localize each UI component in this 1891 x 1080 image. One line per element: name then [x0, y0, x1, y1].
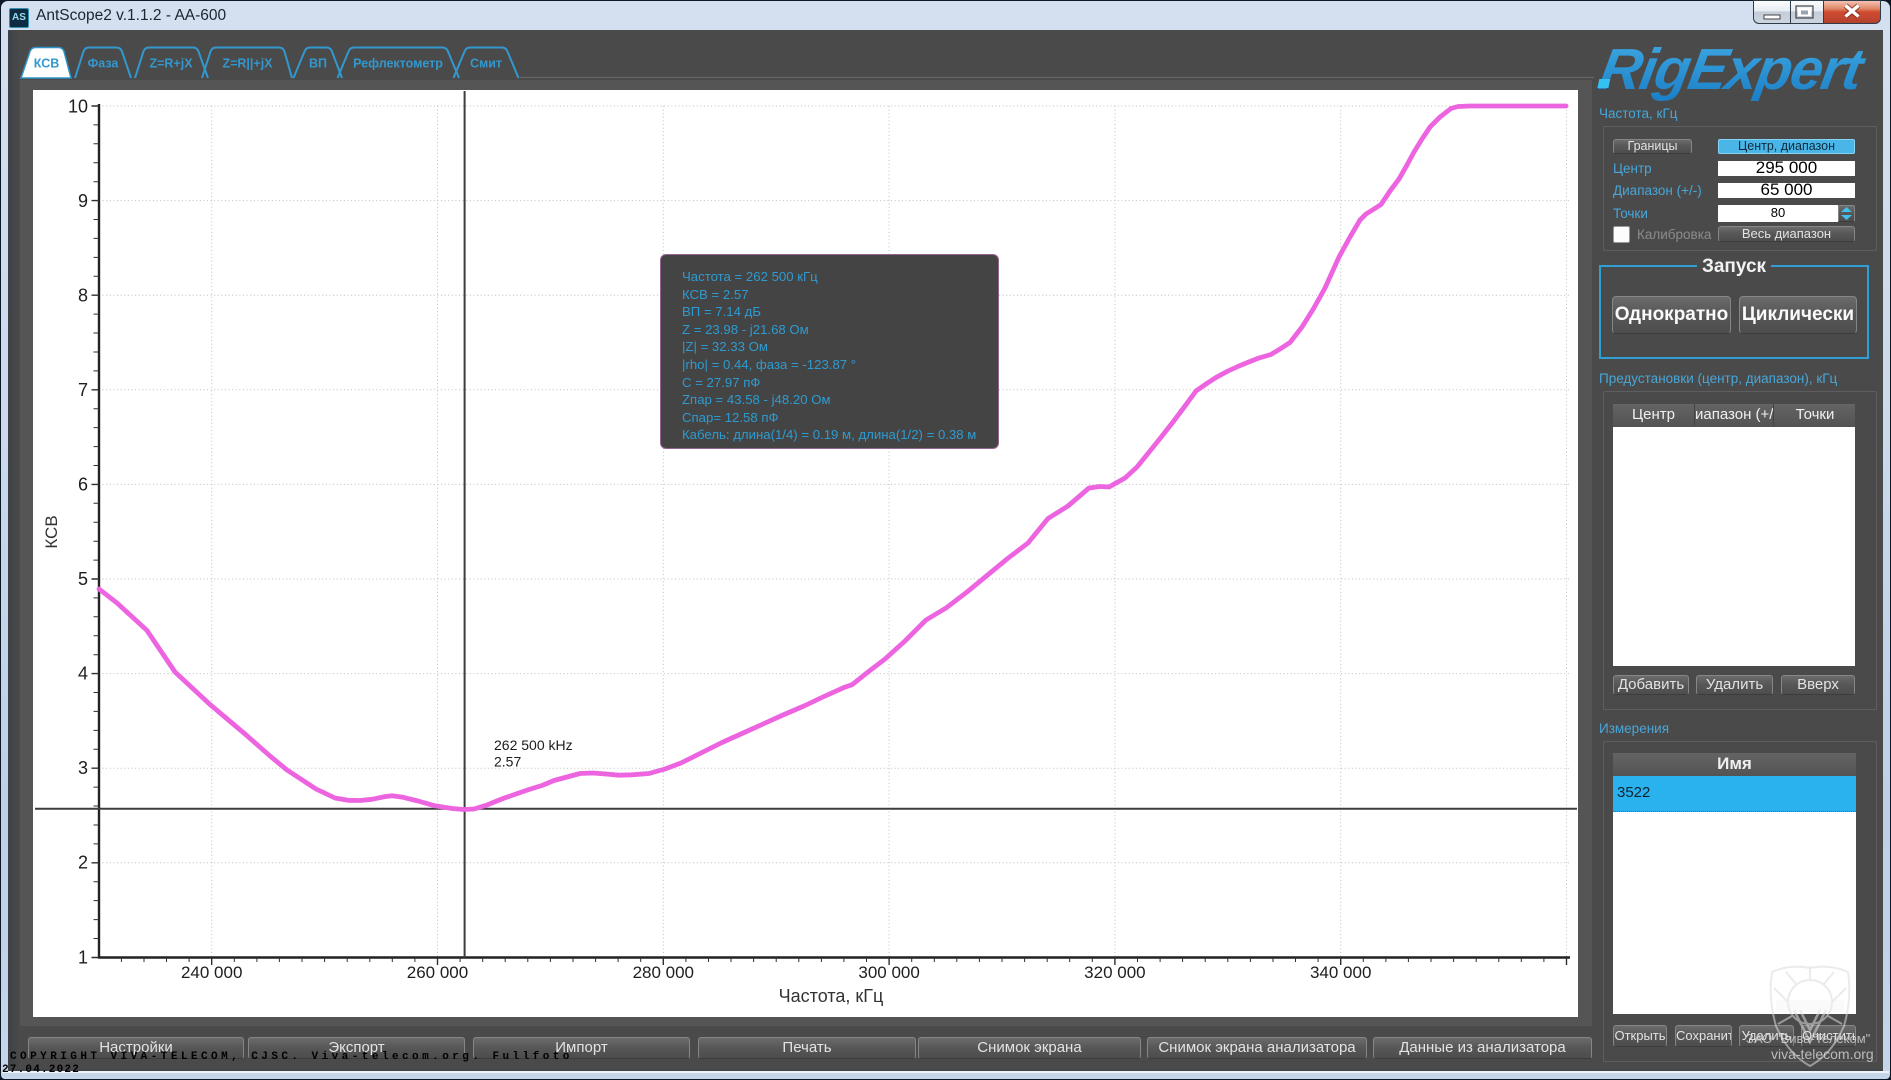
svg-text:4: 4	[78, 664, 88, 684]
svg-text:9: 9	[78, 191, 88, 211]
svg-text:1: 1	[78, 948, 88, 968]
svg-text:ВП: ВП	[309, 57, 327, 71]
svg-text:Фаза: Фаза	[88, 57, 120, 71]
svg-text:3: 3	[78, 758, 88, 778]
svg-text:RigExpert: RigExpert	[1595, 38, 1871, 102]
svg-text:240 000: 240 000	[181, 963, 242, 982]
svg-text:КСВ: КСВ	[34, 57, 60, 71]
svg-text:Смит: Смит	[470, 57, 502, 71]
svg-text:8: 8	[78, 286, 88, 306]
svg-text:340 000: 340 000	[1310, 963, 1371, 982]
svg-text:280 000: 280 000	[633, 963, 694, 982]
svg-text:Частота, кГц: Частота, кГц	[779, 986, 884, 1006]
svg-text:300 000: 300 000	[858, 963, 919, 982]
svg-text:260 000: 260 000	[407, 963, 468, 982]
svg-text:7: 7	[78, 380, 88, 400]
svg-text:Z=R||+jX: Z=R||+jX	[222, 57, 273, 71]
svg-text:Рефлектометр: Рефлектометр	[353, 57, 443, 71]
svg-text:6: 6	[78, 475, 88, 495]
svg-text:2.57: 2.57	[494, 754, 521, 770]
svg-text:10: 10	[68, 97, 88, 117]
svg-text:262 500 kHz: 262 500 kHz	[494, 737, 573, 753]
svg-text:Z=R+jX: Z=R+jX	[149, 57, 193, 71]
svg-text:5: 5	[78, 569, 88, 589]
svg-text:КСВ: КСВ	[42, 515, 61, 548]
svg-text:320 000: 320 000	[1084, 963, 1145, 982]
svg-text:2: 2	[78, 853, 88, 873]
